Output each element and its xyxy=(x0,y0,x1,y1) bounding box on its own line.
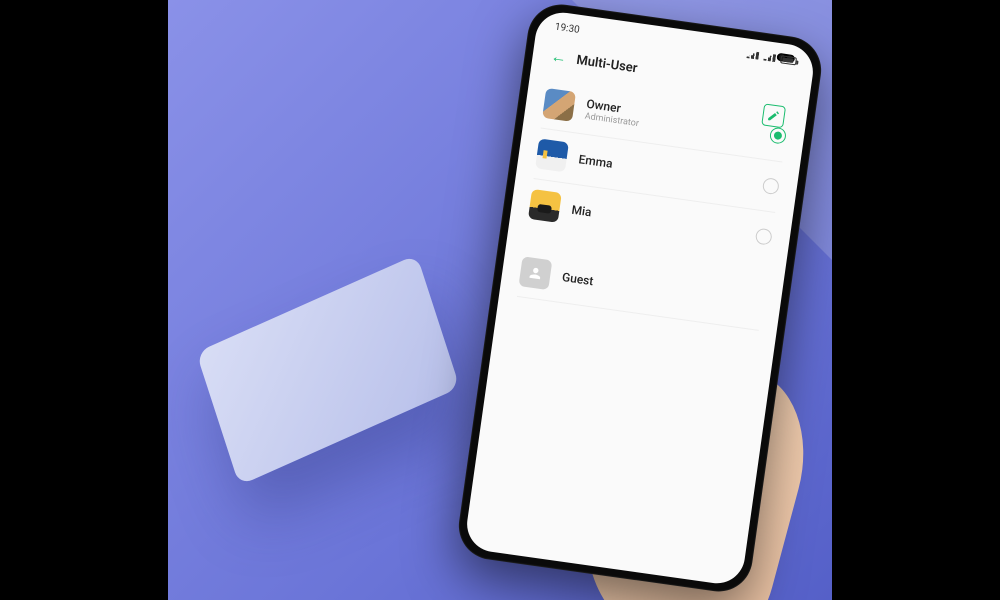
promo-scene: 19:30 ← Multi-User xyxy=(168,0,832,600)
product-box xyxy=(196,254,460,485)
radio-unselected[interactable] xyxy=(755,228,773,246)
signal-icon xyxy=(746,50,759,60)
radio-selected[interactable] xyxy=(769,127,787,145)
user-list: Owner Administrator Emma xyxy=(499,70,808,334)
battery-icon xyxy=(780,55,797,65)
phone-screen: 19:30 ← Multi-User xyxy=(464,9,817,587)
user-name: Mia xyxy=(571,203,757,243)
avatar xyxy=(542,88,576,122)
avatar xyxy=(535,138,569,172)
back-icon[interactable]: ← xyxy=(549,46,568,68)
avatar xyxy=(528,189,562,223)
radio-unselected[interactable] xyxy=(762,177,780,195)
guest-avatar-icon xyxy=(518,256,552,290)
status-time: 19:30 xyxy=(554,22,580,36)
user-name: Emma xyxy=(578,152,764,192)
page-title: Multi-User xyxy=(575,52,638,75)
wifi-signal-icon xyxy=(763,52,776,62)
phone-mock: 19:30 ← Multi-User xyxy=(454,0,825,596)
guest-name: Guest xyxy=(561,270,763,312)
